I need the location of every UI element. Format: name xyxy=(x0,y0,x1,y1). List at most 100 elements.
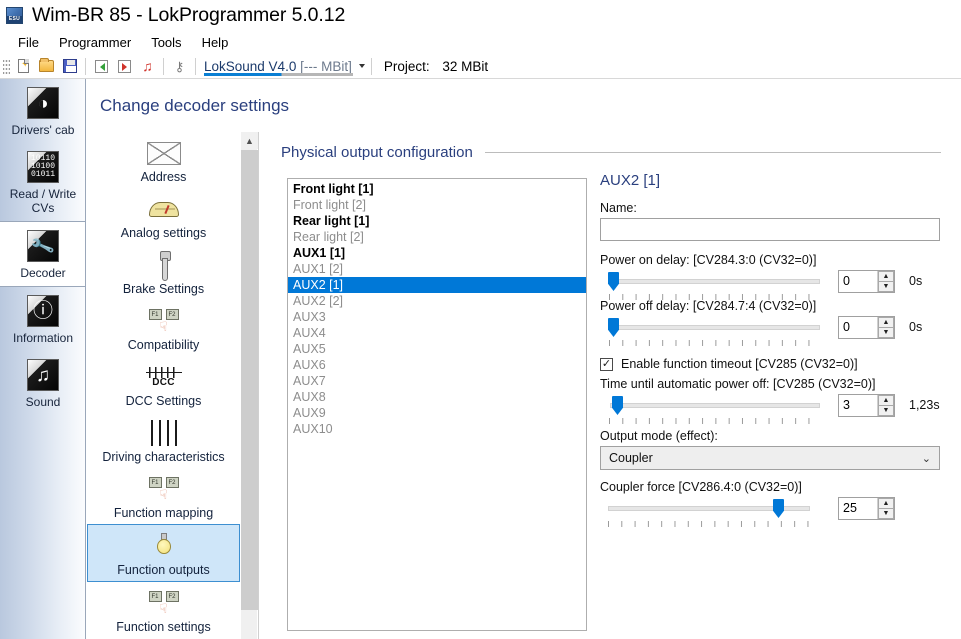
power-off-delay-slider[interactable] xyxy=(600,316,828,346)
nav-item-dcc-settings[interactable]: DCC DCC Settings xyxy=(87,356,240,412)
spinner-value[interactable]: 0 xyxy=(839,271,877,292)
list-item[interactable]: AUX8 xyxy=(288,389,586,405)
spinner-down-button[interactable]: ▼ xyxy=(878,509,894,519)
power-off-delay-spinner[interactable]: 0 ▲ ▼ xyxy=(838,316,895,339)
power-on-delay-spinner[interactable]: 0 ▲ ▼ xyxy=(838,270,895,293)
coupler-force-slider[interactable] xyxy=(608,497,828,527)
light-bulb-icon xyxy=(155,533,173,559)
nav-item-address[interactable]: Address xyxy=(87,132,240,188)
page-title: Change decoder settings xyxy=(100,96,290,115)
sound-transfer-button[interactable]: ♫ xyxy=(136,56,159,77)
chevron-down-icon[interactable]: ⌄ xyxy=(922,452,931,465)
scrollbar-thumb[interactable] xyxy=(241,150,258,610)
slider-track xyxy=(610,279,820,284)
output-mode-label: Output mode (effect): xyxy=(600,429,718,443)
nav-item-label: Compatibility xyxy=(127,338,200,352)
spinner-value[interactable]: 3 xyxy=(839,395,877,416)
list-item[interactable]: Rear light [2] xyxy=(288,229,586,245)
spinner-up-button[interactable]: ▲ xyxy=(878,271,894,282)
write-decoder-button[interactable] xyxy=(113,56,136,77)
coupler-force-spinner[interactable]: 25 ▲ ▼ xyxy=(838,497,895,520)
menu-programmer[interactable]: Programmer xyxy=(49,33,141,52)
nav-item-compatibility[interactable]: F1 F2 ☟ Compatibility xyxy=(87,300,240,356)
function-keys-hand-icon: F1 F2 ☟ xyxy=(148,591,179,615)
list-item[interactable]: AUX3 xyxy=(288,309,586,325)
project-info: Project: 32 MBit xyxy=(384,59,488,74)
panel-divider xyxy=(258,132,259,639)
list-item-selected[interactable]: AUX2 [1] xyxy=(288,277,586,293)
nav-item-function-settings[interactable]: F1 F2 ☟ Function settings xyxy=(87,582,240,638)
rail-item-drivers-cab[interactable]: ◑ Drivers' cab xyxy=(0,79,85,143)
rail-item-read-write-cvs[interactable]: 10110 10100 01011 Read / Write CVs xyxy=(0,143,85,221)
spinner-up-button[interactable]: ▲ xyxy=(878,395,894,406)
list-item[interactable]: AUX2 [2] xyxy=(288,293,586,309)
auto-power-off-slider[interactable] xyxy=(600,394,828,424)
nav-item-label: Brake Settings xyxy=(122,282,205,296)
spinner-up-button[interactable]: ▲ xyxy=(878,317,894,328)
auto-power-off-spinner[interactable]: 3 ▲ ▼ xyxy=(838,394,895,417)
menu-help[interactable]: Help xyxy=(192,33,239,52)
detail-title: AUX2 [1] xyxy=(600,172,661,189)
wrench-icon: 🔧 xyxy=(27,230,59,262)
enable-function-timeout-checkbox[interactable]: ✓ xyxy=(600,357,613,371)
list-item[interactable]: AUX9 xyxy=(288,405,586,421)
spinner-down-button[interactable]: ▼ xyxy=(878,406,894,416)
nav-item-driving-characteristics[interactable]: Driving characteristics xyxy=(87,412,240,468)
auto-power-off-label: Time until automatic power off: [CV285 (… xyxy=(600,377,876,391)
chevron-down-icon[interactable] xyxy=(358,64,365,68)
save-file-button[interactable] xyxy=(58,56,81,77)
spinner-down-button[interactable]: ▼ xyxy=(878,282,894,292)
name-label: Name: xyxy=(600,201,637,215)
slider-thumb[interactable] xyxy=(608,318,619,337)
list-item[interactable]: Rear light [1] xyxy=(288,213,586,229)
nav-item-function-outputs[interactable]: Function outputs xyxy=(87,524,240,582)
function-keys-hand-icon: F1 F2 ☟ xyxy=(148,477,179,501)
spinner-value[interactable]: 25 xyxy=(839,498,877,519)
auto-power-off-row: 3 ▲ ▼ 1,23s xyxy=(600,394,950,424)
toolbar-separator xyxy=(195,57,196,75)
slider-thumb[interactable] xyxy=(608,272,619,291)
list-item[interactable]: AUX6 xyxy=(288,357,586,373)
nav-item-function-mapping[interactable]: F1 F2 ☟ Function mapping xyxy=(87,468,240,524)
name-input[interactable] xyxy=(600,218,940,241)
rail-item-information[interactable]: ⓘ Information xyxy=(0,287,85,351)
toolbar-grip[interactable] xyxy=(3,57,10,75)
nav-item-analog-settings[interactable]: Analog settings xyxy=(87,188,240,244)
menu-file[interactable]: File xyxy=(8,33,49,52)
new-document-button[interactable]: ✦ xyxy=(12,56,35,77)
nav-item-label: Function mapping xyxy=(113,506,214,520)
open-file-button[interactable] xyxy=(35,56,58,77)
chevron-up-icon[interactable]: ▲ xyxy=(241,132,258,149)
read-decoder-button[interactable] xyxy=(90,56,113,77)
sliders-icon xyxy=(149,420,179,446)
list-item[interactable]: AUX4 xyxy=(288,325,586,341)
list-item[interactable]: AUX1 [2] xyxy=(288,261,586,277)
toolbar: ✦ ♫ ⚷ LokSound V4.0 [--- MBit] Project: … xyxy=(0,54,961,79)
decoder-type-combo[interactable]: LokSound V4.0 [--- MBit] xyxy=(202,56,367,77)
power-on-delay-slider[interactable] xyxy=(600,270,828,300)
identify-decoder-button[interactable]: ⚷ xyxy=(168,56,191,77)
toolbar-separator xyxy=(85,57,86,75)
brake-lever-icon xyxy=(157,251,171,281)
list-item[interactable]: AUX10 xyxy=(288,421,586,437)
secondary-nav-scrollbar[interactable]: ▲ xyxy=(240,132,258,639)
list-item[interactable]: AUX7 xyxy=(288,373,586,389)
spinner-down-button[interactable]: ▼ xyxy=(878,328,894,338)
slider-ticks xyxy=(609,418,821,424)
list-item[interactable]: Front light [2] xyxy=(288,197,586,213)
rail-label: Drivers' cab xyxy=(11,123,75,137)
nav-item-brake-settings[interactable]: Brake Settings xyxy=(87,244,240,300)
spinner-up-button[interactable]: ▲ xyxy=(878,498,894,509)
enable-function-timeout-row[interactable]: ✓ Enable function timeout [CV285 (CV32=0… xyxy=(600,357,950,371)
physical-output-listbox[interactable]: Front light [1] Front light [2] Rear lig… xyxy=(287,178,587,631)
rail-item-sound[interactable]: ♫ Sound xyxy=(0,351,85,415)
slider-thumb[interactable] xyxy=(773,499,784,518)
menu-tools[interactable]: Tools xyxy=(141,33,191,52)
list-item[interactable]: Front light [1] xyxy=(288,181,586,197)
rail-item-decoder[interactable]: 🔧 Decoder xyxy=(0,221,85,287)
output-mode-select[interactable]: Coupler ⌄ xyxy=(600,446,940,470)
slider-thumb[interactable] xyxy=(612,396,623,415)
list-item[interactable]: AUX1 [1] xyxy=(288,245,586,261)
list-item[interactable]: AUX5 xyxy=(288,341,586,357)
spinner-value[interactable]: 0 xyxy=(839,317,877,338)
